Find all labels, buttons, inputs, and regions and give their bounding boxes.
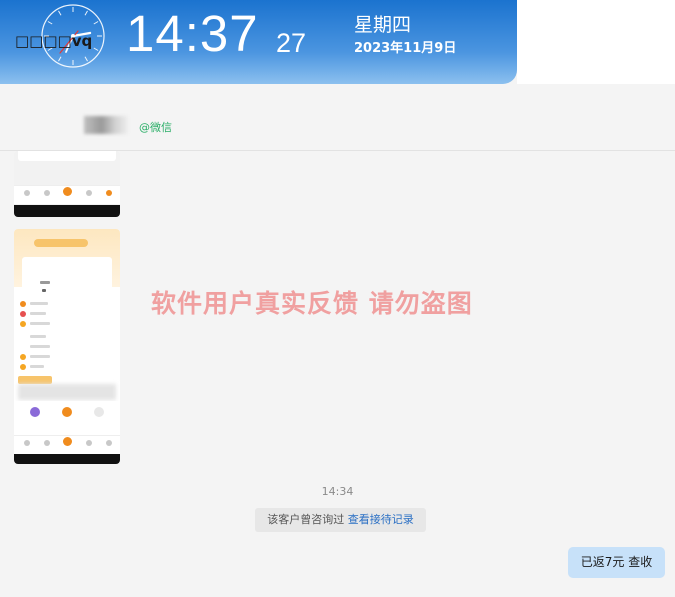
clock-weekday: 星期四 — [354, 14, 412, 36]
watermark-text: 软件用户真实反馈 请勿盗图 — [151, 289, 473, 318]
screenshot-text — [30, 365, 44, 368]
screenshot-text — [30, 335, 46, 338]
tab-dot-active — [63, 187, 72, 196]
channel-tag: @微信 — [139, 119, 172, 135]
screenshot-row-icon — [20, 321, 26, 327]
screenshot-text — [30, 312, 46, 315]
message-timestamp: 14:34 — [321, 485, 354, 498]
redacted-blur — [18, 384, 116, 400]
screenshot-row-icon — [20, 301, 26, 307]
top-right-panel — [517, 0, 675, 84]
clock-time: 14:37 — [126, 5, 259, 62]
screenshot-action-icon — [62, 407, 72, 417]
clock-date: 2023年11月9日 — [354, 41, 457, 56]
tab-dot — [106, 190, 112, 196]
screenshot-tabbar — [14, 185, 120, 204]
screenshot-text — [30, 345, 50, 348]
redacted-name-blur — [84, 116, 128, 134]
image-message[interactable] — [14, 151, 120, 217]
screenshot-tag — [18, 376, 52, 384]
screenshot-card — [18, 151, 116, 161]
screenshot-text — [30, 355, 50, 358]
screenshot-action-icon — [94, 407, 104, 417]
screenshot-row-icon — [20, 311, 26, 317]
image-message[interactable] — [14, 229, 120, 464]
screenshot-tabbar — [14, 435, 120, 454]
screenshot-text — [40, 281, 50, 284]
view-records-link[interactable]: 查看接待记录 — [348, 513, 414, 526]
screenshot-navbar — [14, 205, 120, 217]
tab-dot — [44, 190, 50, 196]
tab-dot — [24, 190, 30, 196]
contact-name[interactable]: □□□□vq — [15, 32, 92, 50]
channel-label: @微信 — [139, 121, 172, 134]
consult-notice: 该客户曾咨询过 查看接待记录 — [255, 508, 426, 532]
screenshot-card — [22, 257, 112, 297]
tab-dot-active — [63, 437, 72, 446]
screenshot-text — [30, 322, 50, 325]
screenshot-banner — [34, 239, 88, 247]
outgoing-message-bubble[interactable]: 已返7元 查收 — [568, 547, 665, 578]
screenshot-navbar — [14, 454, 120, 464]
tab-dot — [106, 440, 112, 446]
screenshot-quick-actions — [14, 401, 120, 437]
screenshot-action-icon — [30, 407, 40, 417]
tab-dot — [44, 440, 50, 446]
tab-dot — [86, 190, 92, 196]
screenshot-row-icon — [20, 364, 26, 370]
screenshot-row-icon — [20, 354, 26, 360]
screenshot-text — [30, 302, 48, 305]
consult-text: 该客户曾咨询过 — [267, 513, 345, 526]
screenshot-text — [42, 289, 46, 292]
clock-seconds: 27 — [276, 28, 307, 58]
tab-dot — [86, 440, 92, 446]
tab-dot — [24, 440, 30, 446]
